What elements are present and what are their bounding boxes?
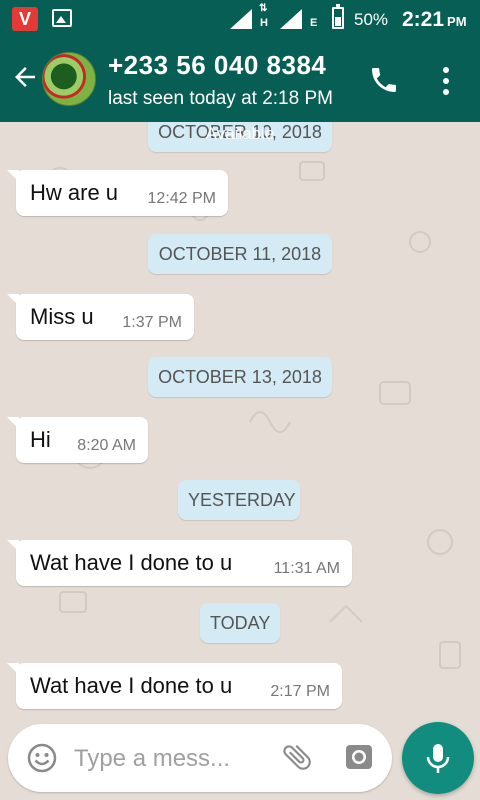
date-divider: OCTOBER 11, 2018 xyxy=(148,234,332,274)
floating-status-label: Available xyxy=(205,124,275,143)
incoming-message[interactable]: Wat have I done to u 2:17 PM xyxy=(7,663,342,709)
battery-icon xyxy=(332,4,344,29)
message-text: Miss u xyxy=(30,304,94,329)
contact-name[interactable]: +233 56 040 8384 xyxy=(108,50,326,81)
incoming-message[interactable]: Hw are u 12:42 PM xyxy=(7,170,228,216)
more-vert-icon xyxy=(443,67,449,95)
emoji-icon xyxy=(27,743,57,773)
date-divider: OCTOBER 13, 2018 xyxy=(148,357,332,397)
image-notification-icon xyxy=(52,9,72,27)
date-divider: YESTERDAY xyxy=(178,480,300,520)
chat-header: +233 56 040 8384 last seen today at 2:18… xyxy=(0,38,480,122)
clock-ampm: PM xyxy=(447,14,467,29)
message-time: 11:31 AM xyxy=(273,560,340,577)
camera-button[interactable] xyxy=(344,742,374,772)
signal-icon-2 xyxy=(280,9,302,29)
phone-icon xyxy=(372,68,396,92)
message-list[interactable]: OCTOBER 10, 2018 Available Hw are u 12:4… xyxy=(0,122,480,712)
attach-icon xyxy=(283,744,311,770)
network-type-h: H xyxy=(260,17,268,29)
incoming-message[interactable]: Wat have I done to u 11:31 AM xyxy=(7,540,352,586)
incoming-message[interactable]: Hi 8:20 AM xyxy=(7,417,148,463)
attach-button[interactable] xyxy=(280,740,314,774)
contact-avatar[interactable] xyxy=(42,52,96,106)
status-bar: V ⇅ H E 50% 2:21 PM xyxy=(0,0,480,38)
mic-icon xyxy=(426,744,450,773)
message-text: Wat have I done to u xyxy=(30,550,233,575)
message-input[interactable] xyxy=(72,738,266,780)
signal-icon xyxy=(230,9,252,29)
message-composer xyxy=(8,724,392,792)
more-options-button[interactable] xyxy=(436,64,456,98)
voice-record-button[interactable] xyxy=(402,722,474,794)
message-text: Wat have I done to u xyxy=(30,673,233,698)
clock: 2:21 PM xyxy=(402,8,467,32)
battery-percent: 50% xyxy=(354,10,389,29)
data-arrows-icon: ⇅ xyxy=(259,3,268,14)
last-seen-status: last seen today at 2:18 PM xyxy=(108,88,333,109)
emoji-button[interactable] xyxy=(26,742,58,774)
voice-call-button[interactable] xyxy=(368,64,400,96)
message-time: 2:17 PM xyxy=(270,683,330,700)
message-time: 1:37 PM xyxy=(122,314,182,331)
message-text: Hi xyxy=(30,427,51,452)
clock-time: 2:21 xyxy=(402,8,445,31)
message-time: 8:20 AM xyxy=(77,437,136,454)
incoming-message[interactable]: Miss u 1:37 PM xyxy=(7,294,194,340)
date-divider: TODAY xyxy=(200,603,280,643)
back-button[interactable] xyxy=(10,62,40,92)
message-text: Hw are u xyxy=(30,180,119,205)
back-arrow-icon xyxy=(15,67,35,87)
message-time: 12:42 PM xyxy=(147,190,216,207)
network-type-e: E xyxy=(310,17,318,29)
camera-icon xyxy=(346,745,372,769)
app-notification-icon: V xyxy=(12,7,38,31)
